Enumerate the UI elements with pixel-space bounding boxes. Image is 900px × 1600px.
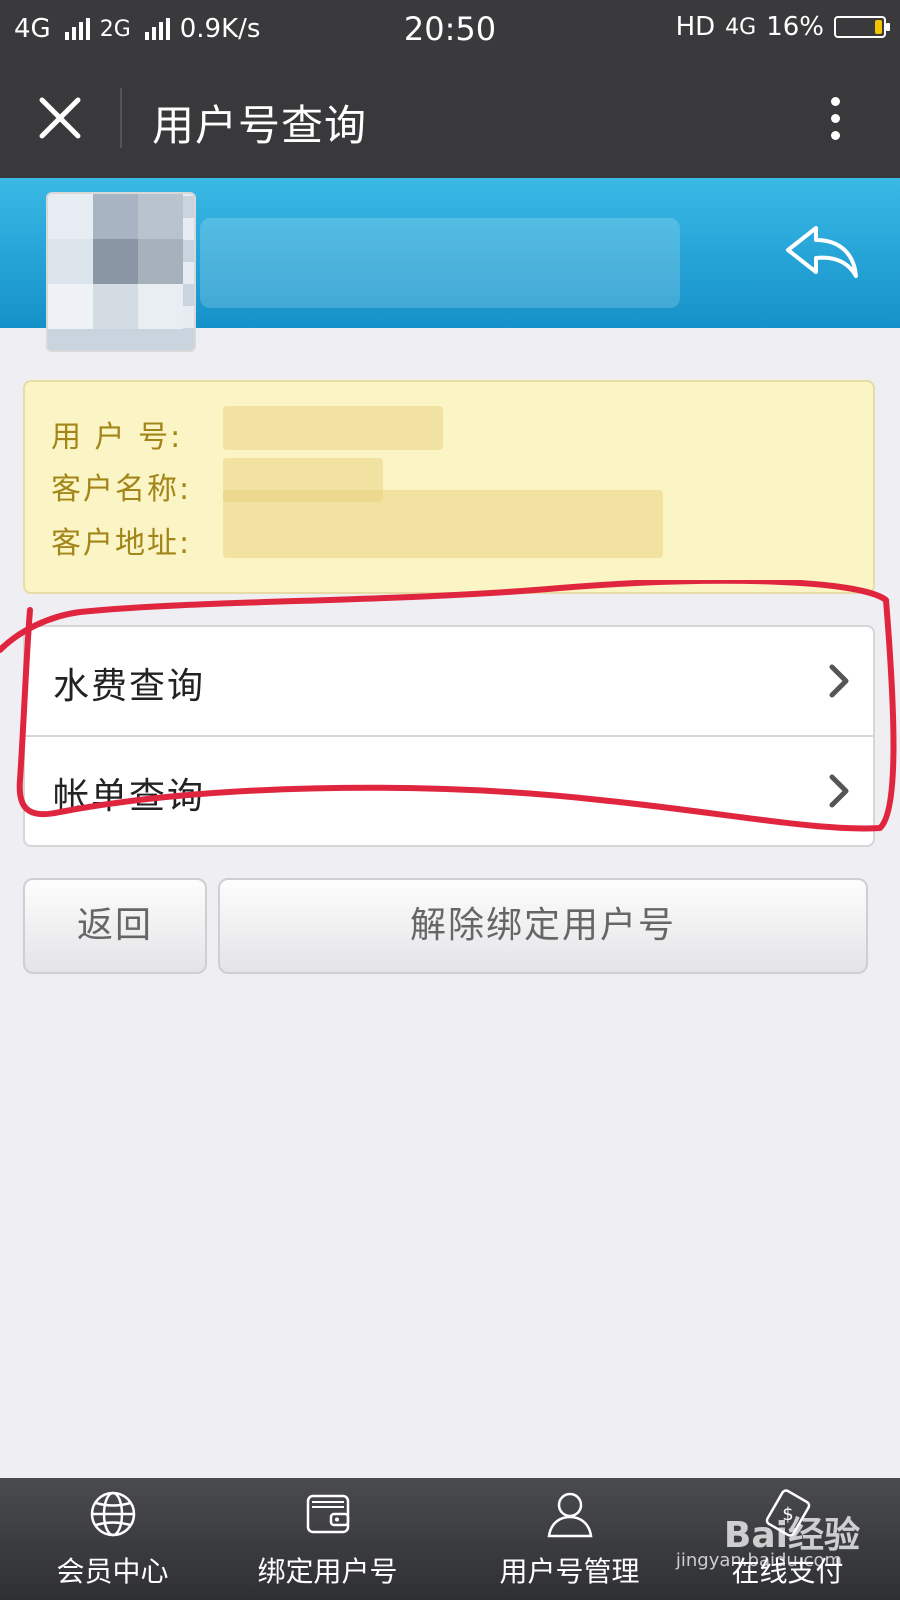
title-divider bbox=[120, 88, 122, 148]
customer-address-label: 客户地址: bbox=[51, 526, 192, 561]
header-banner bbox=[0, 178, 900, 352]
blurred-name bbox=[200, 218, 680, 308]
more-dot bbox=[830, 131, 840, 140]
watermark-url: jingyan.baidu.com bbox=[675, 1550, 842, 1571]
tab-member-center[interactable]: 会员中心 bbox=[0, 1478, 225, 1600]
close-icon bbox=[39, 97, 81, 139]
account-info-panel: 用 户 号: 客户名称: 客户地址: bbox=[23, 380, 875, 594]
menu-item-label: 帐单查询 bbox=[53, 776, 206, 817]
tab-label: 会员中心 bbox=[56, 1555, 169, 1588]
more-dot bbox=[830, 114, 840, 123]
user-number-label: 用 户 号: bbox=[51, 420, 183, 455]
battery-icon bbox=[834, 16, 890, 38]
back-arrow-icon[interactable] bbox=[782, 220, 862, 280]
avatar bbox=[46, 192, 196, 352]
bottom-tab-bar: 会员中心 绑定用户号 用户号管理 $ 在线支付 Bai经验 jingyan.ba… bbox=[0, 1478, 900, 1600]
menu-item-bill[interactable]: 帐单查询 bbox=[25, 737, 873, 845]
customer-address-value bbox=[223, 490, 663, 558]
tab-label: 用户号管理 bbox=[499, 1555, 640, 1588]
page-title: 用户号查询 bbox=[152, 101, 368, 150]
network-type-3: 4G bbox=[725, 14, 757, 40]
tab-account-management[interactable]: 用户号管理 bbox=[457, 1478, 682, 1600]
menu-item-water-fee[interactable]: 水费查询 bbox=[25, 627, 873, 735]
tab-label: 绑定用户号 bbox=[257, 1555, 398, 1588]
status-bar: 4G 2G 0.9K/s 20:50 HD 4G 16% bbox=[0, 0, 900, 58]
hd-indicator: HD bbox=[675, 12, 716, 42]
wallet-icon bbox=[306, 1494, 349, 1534]
unbind-button[interactable]: 解除绑定用户号 bbox=[218, 878, 868, 974]
title-bar: 用户号查询 bbox=[0, 58, 900, 178]
more-dot bbox=[830, 97, 840, 106]
chevron-right-icon bbox=[829, 774, 849, 808]
user-number-value bbox=[223, 406, 443, 450]
status-right: HD 4G 16% bbox=[675, 12, 890, 42]
query-menu: 水费查询 帐单查询 bbox=[23, 625, 875, 847]
user-icon bbox=[547, 1492, 592, 1538]
more-menu-button[interactable] bbox=[820, 92, 850, 148]
close-button[interactable] bbox=[30, 88, 90, 148]
globe-icon bbox=[90, 1491, 135, 1537]
chevron-right-icon bbox=[829, 664, 849, 698]
customer-name-label: 客户名称: bbox=[51, 472, 192, 507]
back-button[interactable]: 返回 bbox=[23, 878, 207, 974]
menu-item-label: 水费查询 bbox=[53, 666, 206, 707]
battery-percent: 16% bbox=[766, 12, 824, 42]
tab-bind-account[interactable]: 绑定用户号 bbox=[215, 1478, 440, 1600]
